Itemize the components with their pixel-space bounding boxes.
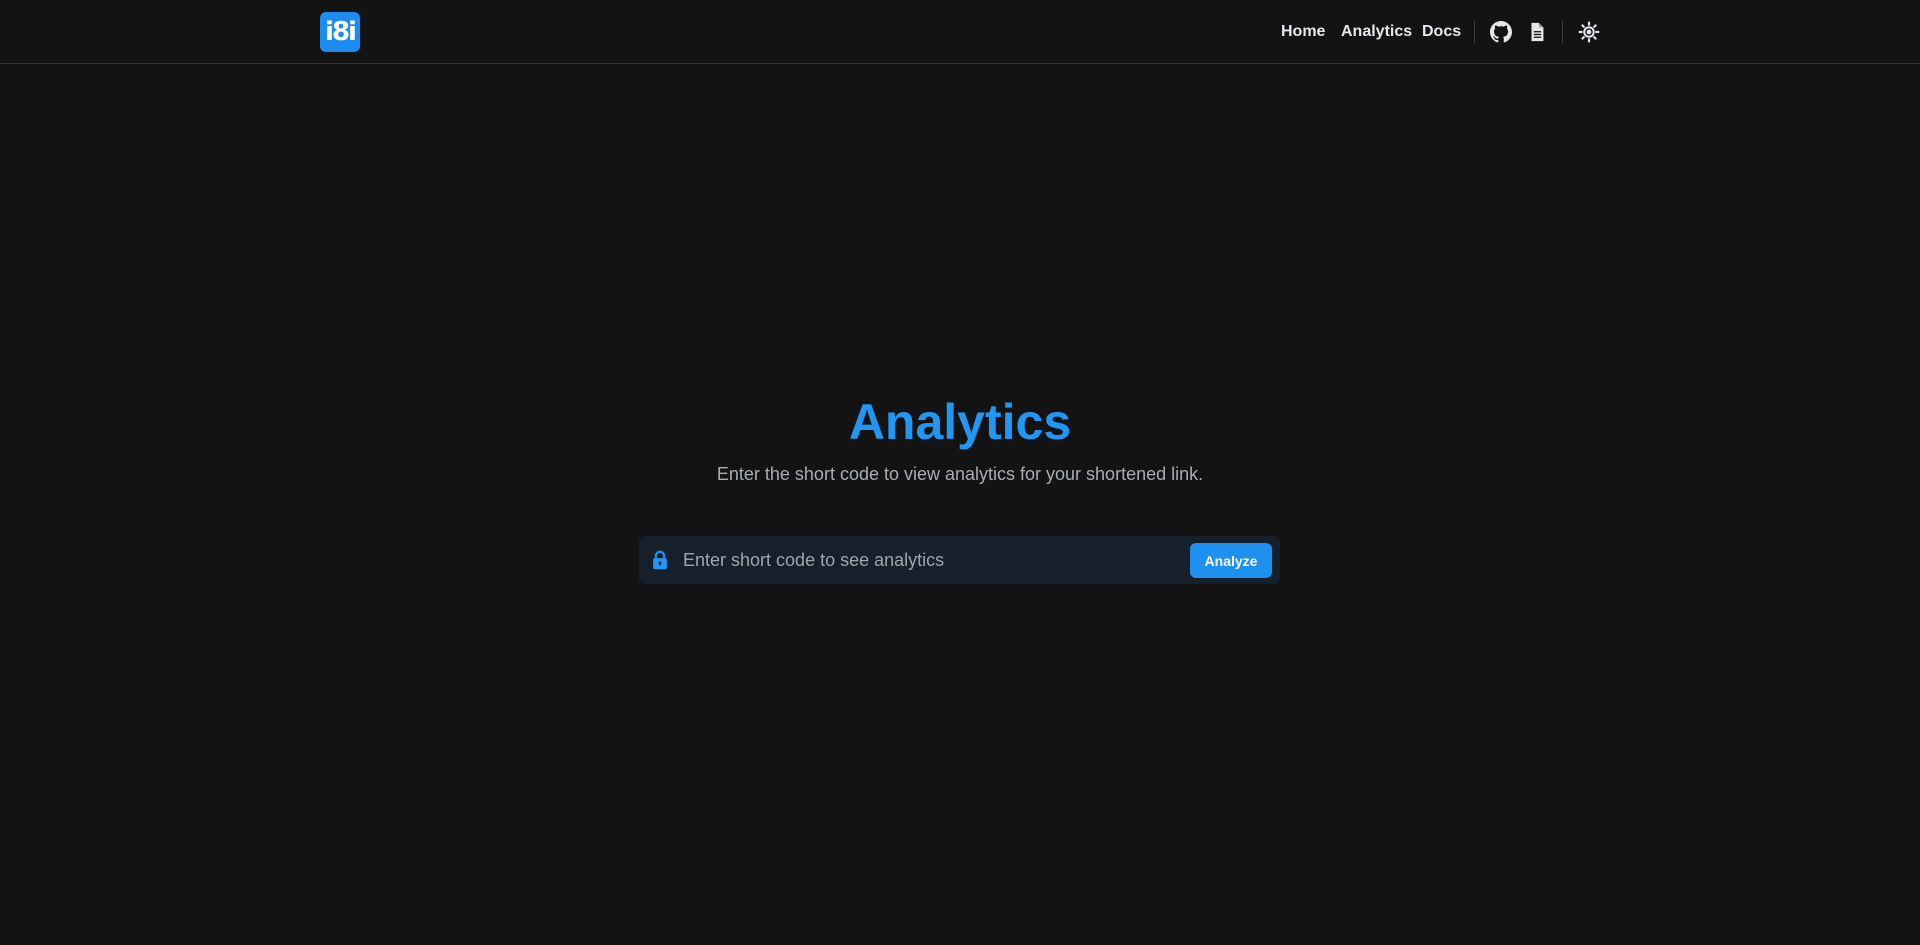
document-icon[interactable] (1526, 21, 1548, 43)
analyze-button[interactable]: Analyze (1190, 543, 1272, 578)
nav-analytics-link[interactable]: Analytics (1341, 0, 1412, 64)
short-code-search-box: Analyze (639, 536, 1280, 584)
page-title: Analytics (848, 394, 1072, 450)
nav-divider (1474, 20, 1475, 44)
page-subtitle: Enter the short code to view analytics f… (716, 464, 1204, 484)
github-icon[interactable] (1490, 21, 1512, 43)
header: i8i Home Analytics Docs (0, 0, 1920, 64)
logo[interactable]: i8i (320, 12, 360, 52)
nav-home-link[interactable]: Home (1281, 0, 1325, 64)
lock-icon (649, 549, 671, 571)
sun-icon[interactable] (1578, 21, 1600, 43)
nav-docs-link[interactable]: Docs (1422, 0, 1461, 64)
nav-divider (1562, 20, 1563, 44)
short-code-input[interactable] (683, 542, 1103, 578)
